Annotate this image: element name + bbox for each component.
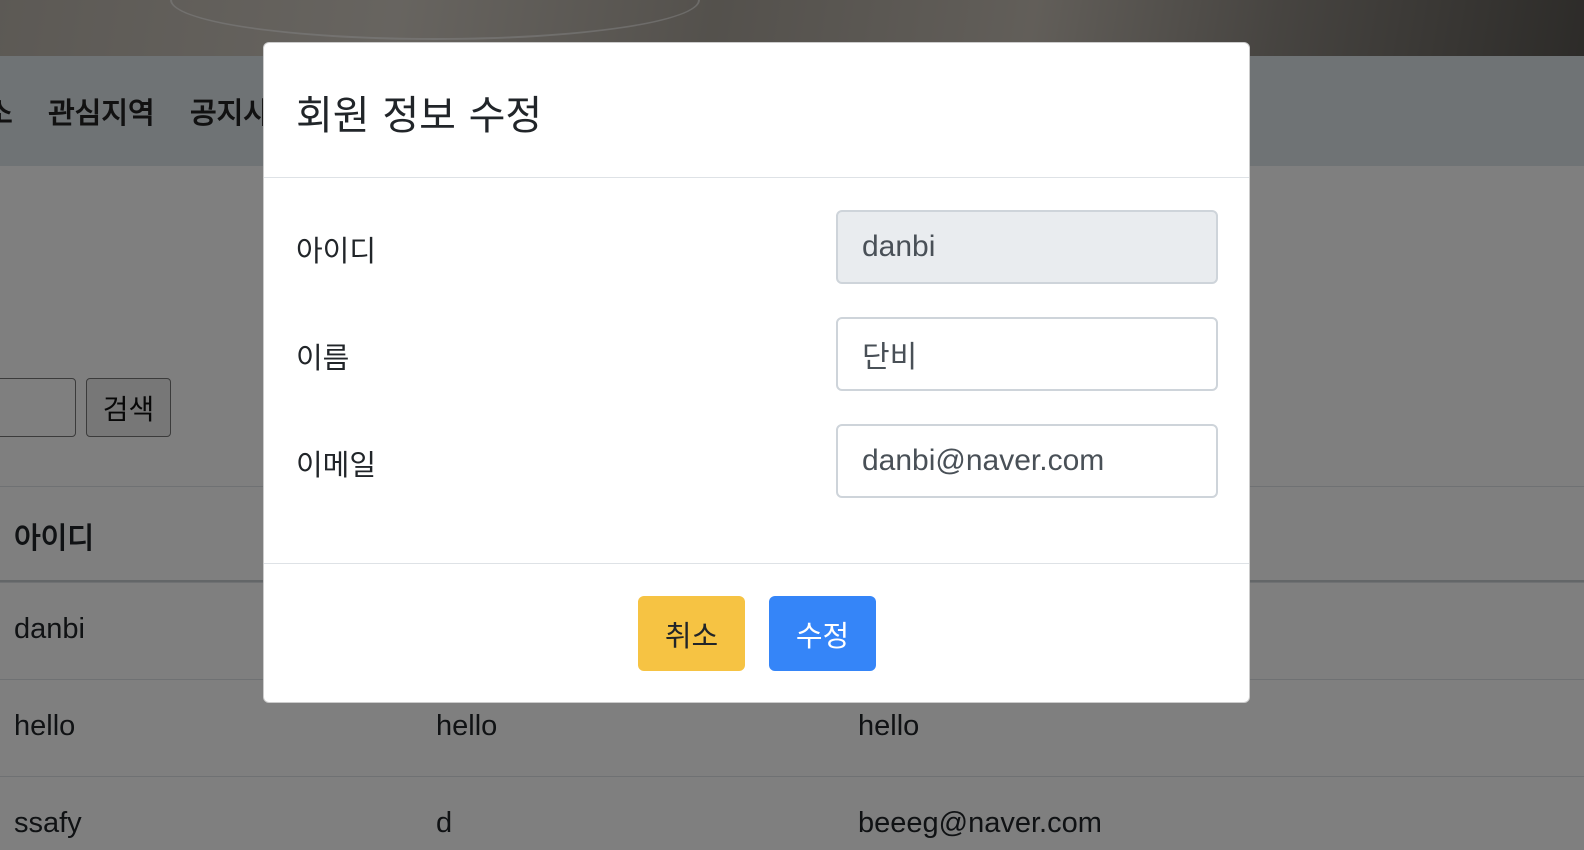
- modal-header: 회원 정보 수정: [264, 43, 1249, 178]
- cancel-button[interactable]: 취소: [638, 596, 745, 671]
- id-field: danbi: [836, 210, 1218, 284]
- email-field[interactable]: danbi@naver.com: [836, 424, 1218, 498]
- name-field[interactable]: 단비: [836, 317, 1218, 391]
- edit-member-modal: 회원 정보 수정 아이디 danbi 이름 단비 이메일 danbi@naver…: [263, 42, 1250, 703]
- id-label: 아이디: [296, 234, 377, 268]
- modal-body: 아이디 danbi 이름 단비 이메일 danbi@naver.com: [264, 178, 1249, 564]
- email-label: 이메일: [296, 448, 377, 482]
- modal-footer: 취소 수정: [264, 564, 1249, 702]
- submit-button[interactable]: 수정: [769, 596, 876, 671]
- modal-title: 회원 정보 수정: [296, 93, 543, 139]
- name-label: 이름: [296, 341, 350, 375]
